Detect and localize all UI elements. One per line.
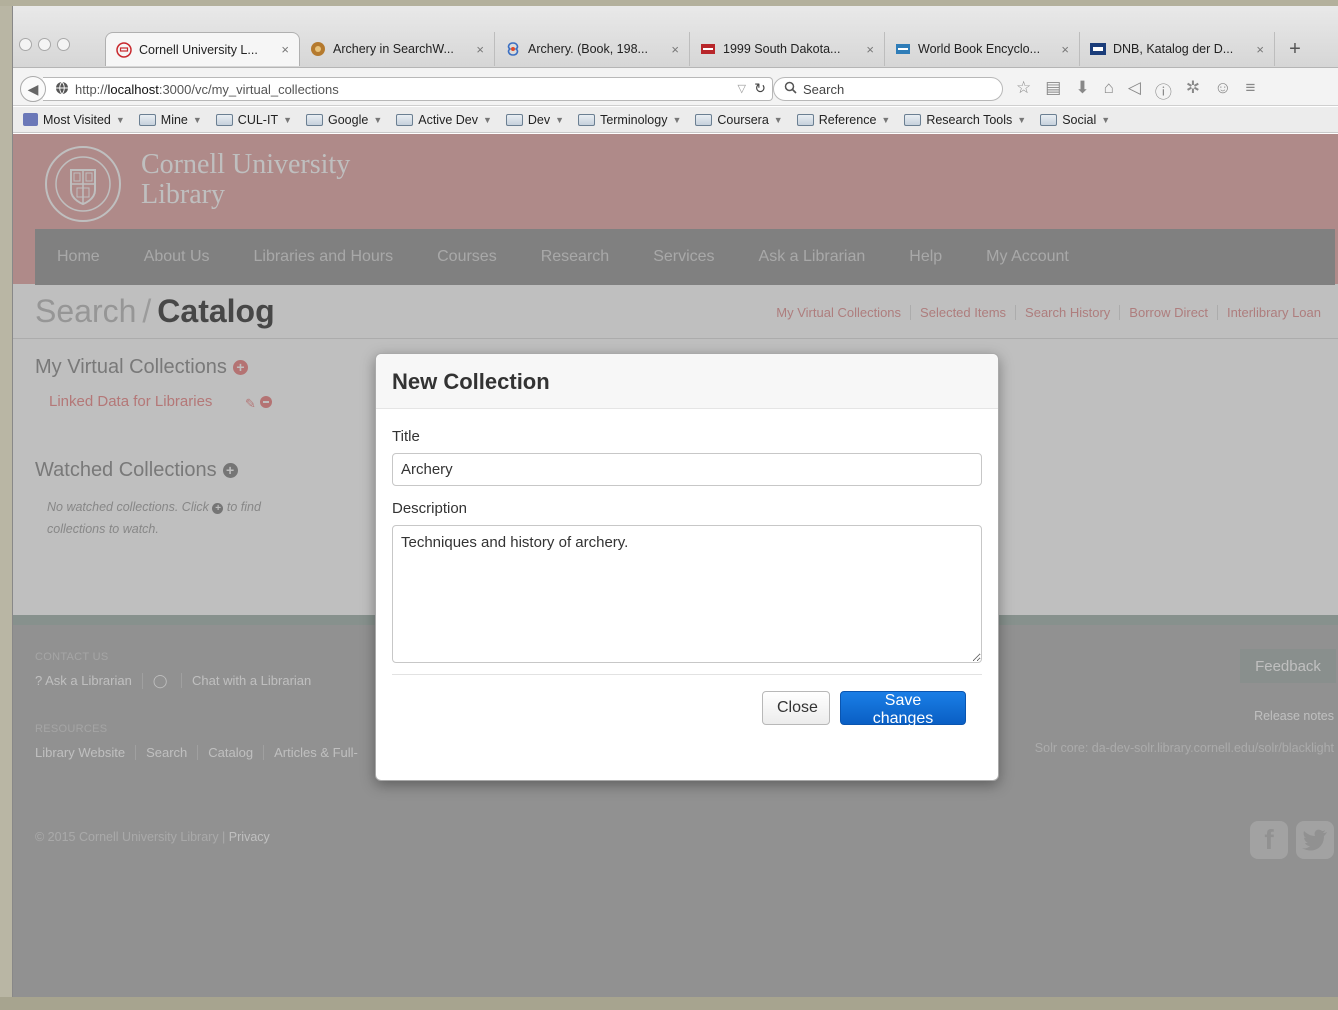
- close-button[interactable]: Close: [762, 691, 830, 725]
- bookmark-folder-social[interactable]: Social ▼: [1040, 113, 1110, 127]
- tab-title: 1999 South Dakota...: [723, 42, 841, 56]
- folder-icon: [796, 113, 814, 126]
- title-input[interactable]: [392, 453, 982, 486]
- bookmark-folder-terminology[interactable]: Terminology ▼: [578, 113, 681, 127]
- folder-icon: [505, 113, 523, 126]
- dnb-favicon-icon: [1090, 41, 1106, 57]
- window-controls: [19, 38, 70, 51]
- search-input[interactable]: Search: [773, 77, 1003, 101]
- worldcat-favicon-icon: [505, 41, 521, 57]
- chevron-down-icon: ▼: [373, 114, 383, 125]
- tab-archery-searchworks[interactable]: Archery in SearchW... ×: [300, 32, 495, 66]
- share-icon[interactable]: ◁: [1128, 78, 1141, 103]
- title-label: Title: [392, 428, 420, 445]
- folder-icon: [396, 113, 414, 126]
- tab-close-icon[interactable]: ×: [281, 42, 289, 57]
- tab-dnb-katalog[interactable]: DNB, Katalog der D... ×: [1080, 32, 1275, 66]
- tab-close-icon[interactable]: ×: [671, 42, 679, 57]
- tab-title: Archery in SearchW...: [333, 42, 454, 56]
- blue-site-favicon-icon: [895, 41, 911, 57]
- bookmark-folder-reference[interactable]: Reference ▼: [796, 113, 891, 127]
- tab-title: Cornell University L...: [139, 42, 258, 57]
- info-icon[interactable]: ⓘ: [1155, 78, 1172, 103]
- minimize-window-button[interactable]: [38, 38, 51, 51]
- red-site-favicon-icon: [700, 41, 716, 57]
- tab-title: DNB, Katalog der D...: [1113, 42, 1234, 56]
- chat-icon[interactable]: ☺: [1214, 78, 1231, 103]
- tab-close-icon[interactable]: ×: [476, 42, 484, 57]
- chevron-down-icon: ▼: [1101, 114, 1111, 125]
- page-content: Cornell University Library Home About Us…: [13, 134, 1338, 997]
- chevron-down-icon: ▼: [672, 114, 682, 125]
- chevron-down-icon: ▼: [283, 114, 292, 125]
- folder-icon: [904, 113, 922, 126]
- menu-icon[interactable]: ≡: [1246, 78, 1256, 103]
- bookmark-folder-google[interactable]: Google ▼: [306, 113, 382, 127]
- bookmark-folder-cul-it[interactable]: CUL-IT ▼: [215, 113, 292, 127]
- chevron-down-icon: ▼: [773, 114, 783, 125]
- bookmark-folder-active-dev[interactable]: Active Dev ▼: [396, 113, 492, 127]
- search-icon: [784, 81, 797, 97]
- desktop-background-bottom: [0, 997, 1338, 1010]
- download-icon[interactable]: ⬇: [1075, 78, 1089, 103]
- reading-list-icon[interactable]: ▤: [1045, 78, 1061, 103]
- save-changes-button[interactable]: Save changes: [840, 691, 966, 727]
- chevron-down-icon: ▼: [1017, 114, 1027, 125]
- extension-icon[interactable]: ✲: [1186, 78, 1200, 103]
- bookmark-folder-coursera[interactable]: Coursera ▼: [695, 113, 783, 127]
- chevron-down-icon: ▼: [555, 114, 565, 125]
- tab-title: Archery. (Book, 198...: [528, 42, 648, 56]
- reload-icon[interactable]: ↻: [754, 80, 766, 97]
- most-visited-icon: [23, 113, 38, 126]
- toolbar-icons: ☆ ▤ ⬇ ⌂ ◁ ⓘ ✲ ☺ ≡: [1016, 78, 1255, 103]
- new-tab-button[interactable]: +: [1275, 32, 1315, 66]
- bookmark-star-icon[interactable]: ☆: [1016, 78, 1031, 103]
- folder-icon: [306, 113, 323, 126]
- history-dropdown-icon[interactable]: ▽: [738, 82, 746, 95]
- chevron-down-icon: ▼: [881, 114, 891, 125]
- tab-south-dakota[interactable]: 1999 South Dakota... ×: [690, 32, 885, 66]
- browser-window: Cornell University L... × Archery in Sea…: [12, 6, 1338, 997]
- description-textarea[interactable]: Techniques and history of archery.: [392, 525, 982, 663]
- url-text: http://localhost:3000/vc/my_virtual_coll…: [75, 81, 339, 97]
- tab-world-book[interactable]: World Book Encyclo... ×: [885, 32, 1080, 66]
- dialog-title: New Collection: [392, 369, 550, 394]
- search-placeholder: Search: [803, 81, 845, 97]
- bookmark-folder-dev[interactable]: Dev ▼: [505, 113, 565, 127]
- footer-divider: [392, 674, 982, 675]
- tab-bar: Cornell University L... × Archery in Sea…: [13, 6, 1338, 68]
- folder-icon: [578, 113, 596, 126]
- chevron-down-icon: ▼: [115, 114, 125, 125]
- home-icon[interactable]: ⌂: [1104, 78, 1114, 103]
- folder-icon: [695, 113, 713, 126]
- tab-close-icon[interactable]: ×: [866, 42, 874, 57]
- bookmark-folder-mine[interactable]: Mine ▼: [138, 113, 202, 127]
- back-button[interactable]: ◀: [20, 76, 46, 102]
- new-collection-dialog: New Collection Title Description Techniq…: [375, 353, 999, 781]
- navigation-bar: http://localhost:3000/vc/my_virtual_coll…: [13, 68, 1338, 106]
- tab-close-icon[interactable]: ×: [1061, 42, 1069, 57]
- description-label: Description: [392, 500, 468, 517]
- tab-strip: Cornell University L... × Archery in Sea…: [105, 32, 1315, 66]
- back-arrow-icon: ◀: [27, 80, 39, 97]
- cornell-favicon-icon: [116, 41, 132, 58]
- bookmark-most-visited[interactable]: Most Visited ▼: [23, 113, 125, 127]
- zoom-window-button[interactable]: [57, 38, 70, 51]
- bookmark-folder-research-tools[interactable]: Research Tools ▼: [904, 113, 1026, 127]
- globe-icon: [55, 81, 69, 98]
- folder-icon: [215, 113, 233, 126]
- tab-archery-book[interactable]: Archery. (Book, 198... ×: [495, 32, 690, 66]
- tab-close-icon[interactable]: ×: [1256, 42, 1264, 57]
- close-window-button[interactable]: [19, 38, 32, 51]
- url-bar[interactable]: http://localhost:3000/vc/my_virtual_coll…: [43, 77, 773, 101]
- chevron-down-icon: ▼: [482, 114, 492, 125]
- folder-icon: [1040, 113, 1058, 126]
- tab-title: World Book Encyclo...: [918, 42, 1041, 56]
- tab-cornell-library[interactable]: Cornell University L... ×: [105, 32, 300, 66]
- searchworks-favicon-icon: [310, 41, 326, 57]
- folder-icon: [138, 113, 156, 126]
- dialog-header: New Collection: [376, 354, 998, 409]
- chevron-down-icon: ▼: [192, 114, 202, 125]
- bookmarks-toolbar: Most Visited ▼ Mine ▼ CUL-IT ▼ Google ▼ Acti…: [13, 107, 1338, 133]
